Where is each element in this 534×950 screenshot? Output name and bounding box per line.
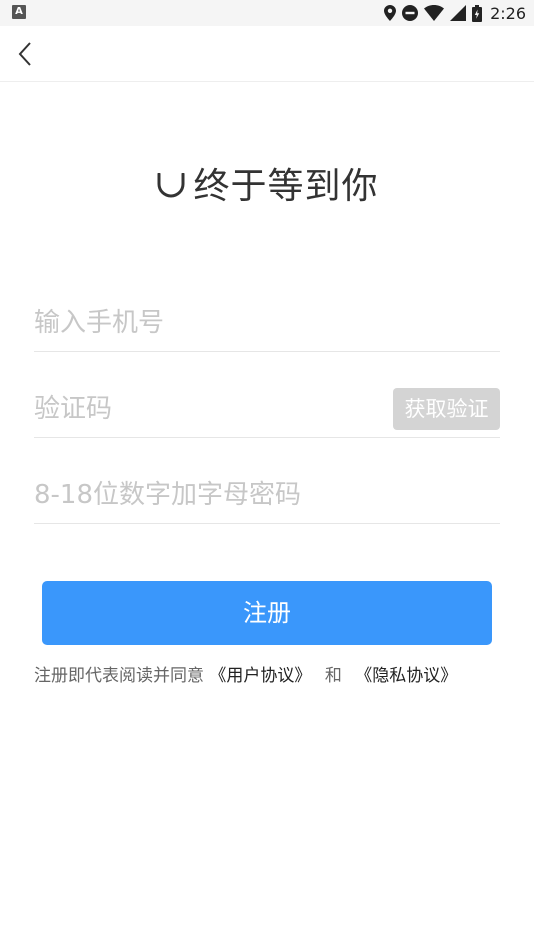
chevron-left-icon xyxy=(18,42,31,66)
status-time: 2:26 xyxy=(490,3,526,23)
wifi-icon xyxy=(424,5,445,21)
user-agreement-link[interactable]: 《用户协议》 xyxy=(209,666,311,686)
page-title: 终于等到你 xyxy=(0,158,534,208)
phone-field xyxy=(34,295,500,352)
back-button[interactable] xyxy=(10,38,40,70)
phone-input[interactable] xyxy=(34,295,500,351)
agreement-text: 注册即代表阅读并同意 《用户协议》 和 《隐私协议》 xyxy=(34,662,514,690)
code-input[interactable] xyxy=(34,381,374,437)
password-field xyxy=(34,467,500,524)
agreement-connector: 和 xyxy=(324,666,342,686)
get-code-button[interactable]: 获取验证 xyxy=(393,388,500,430)
privacy-agreement-link[interactable]: 《隐私协议》 xyxy=(355,666,457,686)
agreement-prefix: 注册即代表阅读并同意 xyxy=(34,666,204,686)
app-notification-badge: A xyxy=(12,5,26,19)
status-icons: 2:26 xyxy=(384,0,526,26)
password-input[interactable] xyxy=(34,467,500,523)
top-nav xyxy=(0,26,534,82)
battery-icon xyxy=(472,4,483,22)
register-screen: A 2:26 终于等到你 输入手机号 验证码 获取验证 注册 注册即代表阅读并同… xyxy=(0,0,534,950)
dnd-icon xyxy=(402,5,419,21)
smile-icon xyxy=(155,170,188,198)
register-button[interactable]: 注册 xyxy=(42,581,492,645)
page-title-text: 终于等到你 xyxy=(193,166,379,207)
code-field: 获取验证 xyxy=(34,381,500,438)
location-icon xyxy=(384,5,397,21)
signal-icon xyxy=(450,5,467,21)
status-bar: A 2:26 xyxy=(0,0,534,26)
